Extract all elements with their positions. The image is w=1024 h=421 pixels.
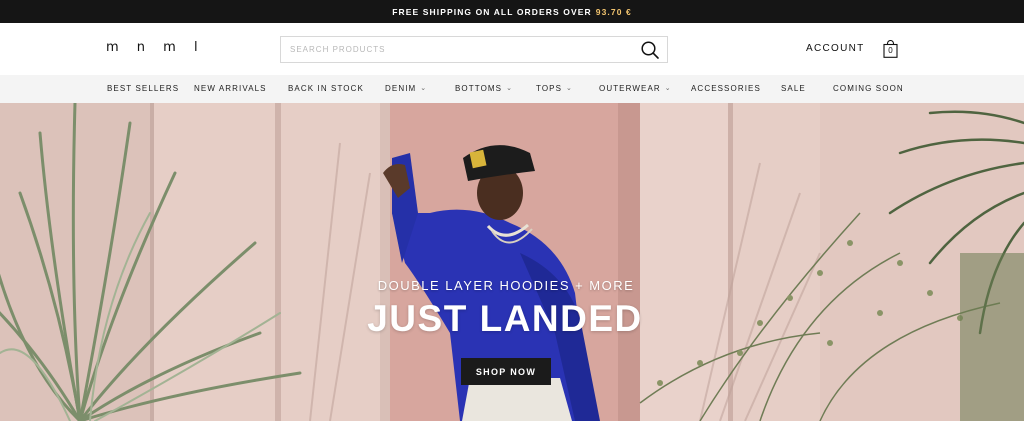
chevron-down-icon: ⌄ (420, 85, 428, 92)
chevron-down-icon: ⌄ (506, 85, 514, 92)
nav-item-denim[interactable]: DENIM ⌄ (385, 84, 427, 93)
nav-item-back-in-stock[interactable]: BACK IN STOCK (288, 84, 364, 93)
main-nav: BEST SELLERS NEW ARRIVALS BACK IN STOCK … (0, 75, 1024, 103)
nav-item-tops[interactable]: TOPS ⌄ (536, 84, 573, 93)
nav-item-new-arrivals[interactable]: NEW ARRIVALS (194, 84, 267, 93)
nav-item-outerwear[interactable]: OUTERWEAR ⌄ (599, 84, 672, 93)
hero-banner[interactable]: DOUBLE LAYER HOODIES + MORE JUST LANDED … (0, 103, 1024, 421)
shop-now-button[interactable]: SHOP NOW (461, 358, 551, 385)
search-button[interactable] (640, 40, 660, 60)
hero-subtitle: DOUBLE LAYER HOODIES + MORE (377, 278, 635, 293)
cart-button[interactable]: 0 (883, 40, 898, 58)
logo[interactable]: m n m l (106, 40, 205, 55)
account-link[interactable]: ACCOUNT (806, 43, 865, 54)
nav-item-accessories[interactable]: ACCESSORIES (691, 84, 761, 93)
nav-item-coming-soon[interactable]: COMING SOON (833, 84, 904, 93)
nav-item-best-sellers[interactable]: BEST SELLERS (107, 84, 179, 93)
nav-item-sale[interactable]: SALE (781, 84, 806, 93)
hero-title: JUST LANDED (367, 298, 643, 339)
search-bar (280, 36, 668, 63)
cart-count: 0 (888, 46, 893, 55)
promo-amount: 93.70 € (595, 6, 632, 17)
promo-text: FREE SHIPPING ON ALL ORDERS OVER (392, 6, 592, 17)
chevron-down-icon: ⌄ (566, 85, 574, 92)
promo-bar: FREE SHIPPING ON ALL ORDERS OVER 93.70 € (0, 0, 1024, 23)
site-header: m n m l ACCOUNT 0 (0, 23, 1024, 75)
nav-item-bottoms[interactable]: BOTTOMS ⌄ (455, 84, 513, 93)
search-icon (641, 41, 659, 59)
chevron-down-icon: ⌄ (664, 85, 672, 92)
search-input[interactable] (281, 37, 621, 62)
